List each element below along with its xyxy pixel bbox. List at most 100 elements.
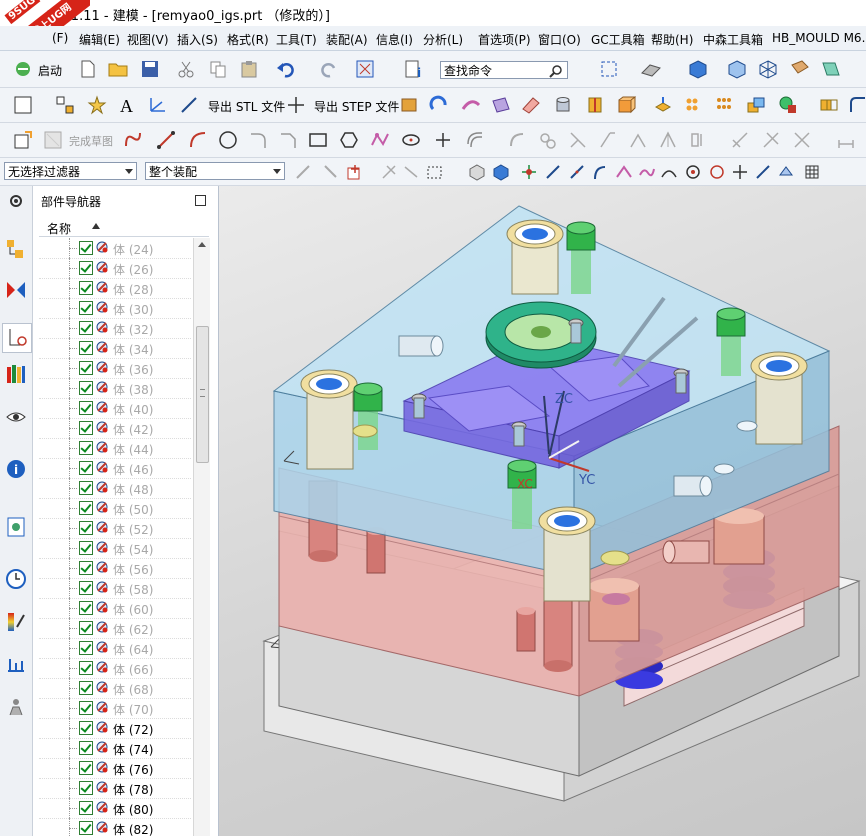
- export-step-button[interactable]: 导出 STEP 文件: [314, 98, 399, 115]
- grid-icon[interactable]: [801, 161, 823, 183]
- navigator-row[interactable]: 体 (74): [39, 738, 191, 759]
- auto-constrain-icon[interactable]: [760, 129, 782, 151]
- geometric-constraint-icon[interactable]: [729, 129, 751, 151]
- visibility-checkbox[interactable]: [79, 341, 93, 355]
- solid-body-icon[interactable]: [490, 161, 512, 183]
- menu-hb-mould[interactable]: HB_MOULD M6.8: [772, 31, 866, 45]
- move-face-icon[interactable]: [652, 94, 674, 116]
- start-icon[interactable]: [12, 58, 34, 80]
- sketch-star-icon[interactable]: [86, 94, 108, 116]
- navigator-row[interactable]: 体 (82): [39, 818, 191, 836]
- navigator-row[interactable]: 体 (40): [39, 398, 191, 419]
- eye-icon[interactable]: [5, 406, 27, 428]
- datum-axis-icon[interactable]: [178, 94, 200, 116]
- text-tool-icon[interactable]: A: [116, 94, 138, 116]
- navigator-row[interactable]: 体 (80): [39, 798, 191, 819]
- circle-icon[interactable]: [217, 129, 239, 151]
- assembly-navigator-icon[interactable]: [5, 238, 27, 260]
- scroll-up-icon[interactable]: [198, 242, 206, 247]
- intersect-icon[interactable]: [818, 94, 840, 116]
- fillet-icon[interactable]: [247, 129, 269, 151]
- menu-file[interactable]: (F): [52, 31, 68, 45]
- selection-settings-icon[interactable]: [292, 161, 314, 183]
- snap-midpoint-icon[interactable]: [566, 161, 588, 183]
- roles-icon[interactable]: [5, 696, 27, 718]
- copy-icon[interactable]: [207, 58, 229, 80]
- menu-help[interactable]: 帮助(H): [651, 31, 693, 48]
- view-section-icon[interactable]: [820, 58, 842, 80]
- navigator-row[interactable]: 体 (24): [39, 238, 191, 259]
- navigator-scrollbar[interactable]: [193, 238, 210, 836]
- menu-zhongsen-toolbox[interactable]: 中森工具箱: [703, 31, 763, 48]
- export-stl-button[interactable]: 导出 STL 文件: [208, 98, 285, 115]
- visibility-checkbox[interactable]: [79, 281, 93, 295]
- visibility-checkbox[interactable]: [79, 681, 93, 695]
- type-filter-select[interactable]: 无选择过滤器: [4, 162, 137, 180]
- visibility-checkbox[interactable]: [79, 741, 93, 755]
- rectangle-icon[interactable]: [307, 129, 329, 151]
- gear-icon[interactable]: [5, 190, 27, 212]
- constraint-navigator-icon[interactable]: [5, 279, 27, 301]
- finish-sketch-button[interactable]: 完成草图: [69, 133, 113, 149]
- sketch-icon[interactable]: [12, 129, 34, 151]
- menu-format[interactable]: 格式(R): [227, 31, 269, 48]
- paste-icon[interactable]: [238, 58, 260, 80]
- general-selection-icon[interactable]: [320, 161, 342, 183]
- dimension-icon[interactable]: [835, 129, 857, 151]
- menu-analysis[interactable]: 分析(L): [423, 31, 463, 48]
- finish-sketch-icon[interactable]: [42, 129, 64, 151]
- unite-icon[interactable]: [745, 94, 767, 116]
- offset-curve-icon[interactable]: [464, 129, 486, 151]
- navigator-row[interactable]: 体 (44): [39, 438, 191, 459]
- visibility-checkbox[interactable]: [79, 261, 93, 275]
- visibility-checkbox[interactable]: [79, 641, 93, 655]
- block-icon[interactable]: [615, 94, 637, 116]
- orient-view-icon[interactable]: [640, 58, 662, 80]
- revolve-icon[interactable]: [428, 94, 450, 116]
- datum-csys-icon[interactable]: [146, 94, 168, 116]
- rectangle-select-icon[interactable]: [424, 161, 446, 183]
- snap-quadrant-icon[interactable]: [658, 161, 680, 183]
- cylinder-icon[interactable]: [552, 94, 574, 116]
- subtract-icon[interactable]: [777, 94, 799, 116]
- navigator-row[interactable]: 体 (32): [39, 318, 191, 339]
- visibility-checkbox[interactable]: [79, 821, 93, 835]
- history-clock-icon[interactable]: [5, 568, 27, 590]
- navigator-row[interactable]: 体 (50): [39, 498, 191, 519]
- menu-insert[interactable]: 插入(S): [177, 31, 218, 48]
- visibility-checkbox[interactable]: [79, 441, 93, 455]
- snap-arc-center-icon[interactable]: [682, 161, 704, 183]
- visibility-checkbox[interactable]: [79, 701, 93, 715]
- maximize-icon[interactable]: [195, 195, 206, 206]
- select-component-icon[interactable]: [378, 161, 400, 183]
- visibility-checkbox[interactable]: [79, 401, 93, 415]
- navigator-row[interactable]: 体 (26): [39, 258, 191, 279]
- extend-icon[interactable]: [597, 129, 619, 151]
- start-button[interactable]: 启动: [38, 62, 62, 79]
- ellipse-icon[interactable]: [400, 129, 422, 151]
- menu-assembly[interactable]: 装配(A): [326, 31, 368, 48]
- undo-icon[interactable]: [275, 58, 297, 80]
- visibility-checkbox[interactable]: [79, 461, 93, 475]
- show-body-icon[interactable]: [466, 161, 488, 183]
- visibility-checkbox[interactable]: [79, 521, 93, 535]
- information-icon[interactable]: i: [403, 58, 425, 80]
- blend-icon[interactable]: [846, 94, 866, 116]
- scrollbar-thumb[interactable]: [196, 326, 209, 463]
- palette-icon[interactable]: [5, 611, 27, 633]
- array-icon[interactable]: [713, 94, 735, 116]
- navigator-row[interactable]: 体 (70): [39, 698, 191, 719]
- visibility-checkbox[interactable]: [79, 581, 93, 595]
- chamfer-icon[interactable]: [277, 129, 299, 151]
- menu-info[interactable]: 信息(I): [376, 31, 413, 48]
- swept-icon[interactable]: [460, 94, 482, 116]
- navigator-row[interactable]: 体 (78): [39, 778, 191, 799]
- visibility-checkbox[interactable]: [79, 321, 93, 335]
- visibility-checkbox[interactable]: [79, 541, 93, 555]
- mesh-surface-icon[interactable]: [490, 94, 512, 116]
- navigator-row[interactable]: 体 (54): [39, 538, 191, 559]
- assembly-constraint-icon[interactable]: [54, 94, 76, 116]
- web-browser-icon[interactable]: [5, 516, 27, 538]
- navigator-row[interactable]: 体 (30): [39, 298, 191, 319]
- visibility-checkbox[interactable]: [79, 801, 93, 815]
